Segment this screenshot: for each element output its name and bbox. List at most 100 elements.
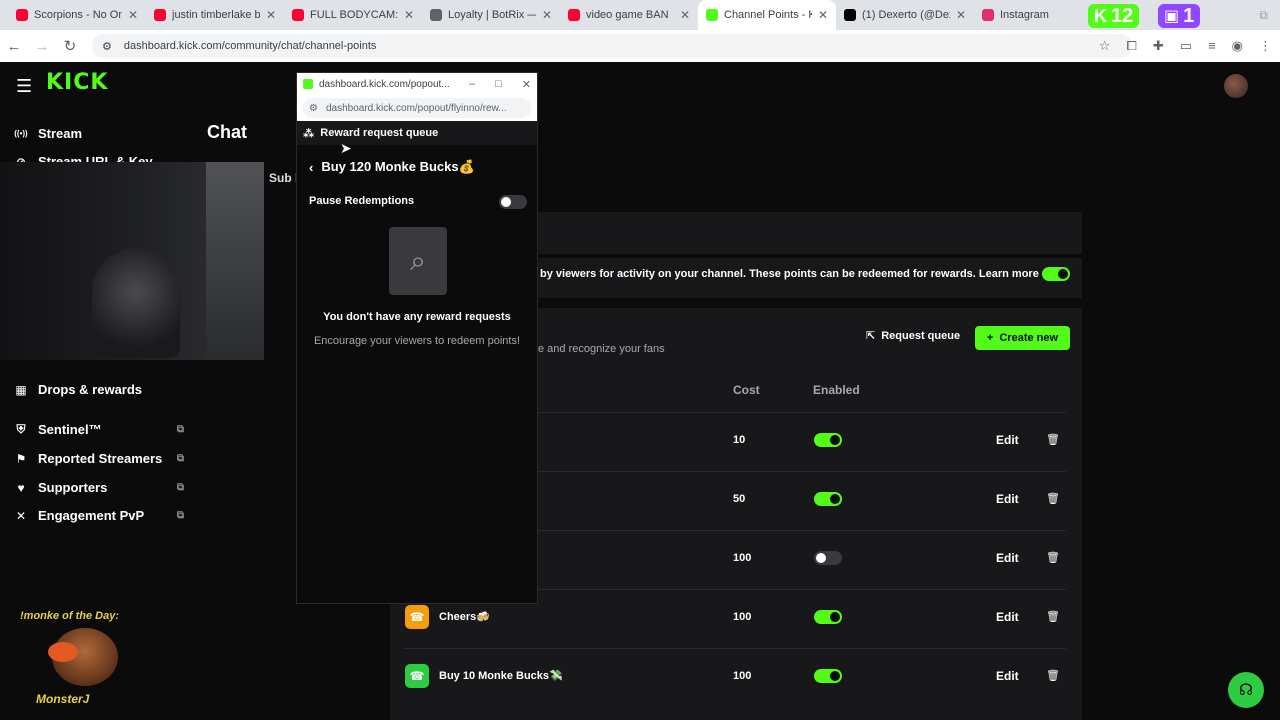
sidebar-item-label: Sentinel™ bbox=[38, 422, 102, 437]
top-panel bbox=[538, 212, 1082, 254]
reward-enabled-toggle[interactable] bbox=[814, 492, 842, 506]
reward-enabled-toggle[interactable] bbox=[814, 669, 842, 683]
hamburger-icon[interactable]: ☰ bbox=[16, 76, 32, 97]
star-icon[interactable]: ☆ bbox=[1099, 38, 1111, 54]
profile-icon[interactable]: ◉ bbox=[1232, 38, 1243, 54]
queue-header-icon: ⁂ bbox=[303, 127, 315, 140]
minimize-icon[interactable]: – bbox=[469, 78, 475, 91]
edit-button[interactable]: Edit bbox=[996, 610, 1019, 624]
queue-icon: ⇱ bbox=[866, 330, 876, 342]
media-icon[interactable]: ≡ bbox=[1208, 38, 1216, 54]
reload-icon[interactable]: ↻ bbox=[56, 37, 84, 55]
external-link-icon: ⧉ bbox=[176, 482, 184, 493]
chevron-left-icon[interactable]: ‹ bbox=[309, 160, 313, 175]
edit-button[interactable]: Edit bbox=[996, 492, 1019, 506]
popout-url-field[interactable]: ⚙ dashboard.kick.com/popout/flyinno/rew.… bbox=[303, 98, 531, 118]
tab-title: justin timberlake bo bbox=[172, 9, 260, 21]
address-bar-row: ← → ↻ ⚙ dashboard.kick.com/community/cha… bbox=[0, 30, 1280, 62]
tab-close-icon[interactable]: ✕ bbox=[542, 8, 552, 22]
twitch-extension[interactable]: ▣ 1 bbox=[1158, 4, 1201, 28]
tab-close-icon[interactable]: ✕ bbox=[818, 8, 828, 22]
empty-title: You don't have any reward requests bbox=[323, 311, 511, 323]
support-chat-button[interactable]: ☊ bbox=[1228, 672, 1264, 708]
reward-cost: 10 bbox=[733, 434, 746, 446]
kick-logo[interactable]: KICK bbox=[46, 70, 108, 95]
restore-icon[interactable]: ⧉ bbox=[1259, 8, 1268, 23]
background-door bbox=[206, 162, 264, 360]
tab-list: Scorpions - No One ✕ justin timberlake bo ✕… bbox=[8, 0, 1112, 30]
popout-url-text: dashboard.kick.com/popout/flyinno/rew... bbox=[325, 102, 507, 114]
monke-name: MonsterJ bbox=[36, 692, 90, 706]
reward-cost: 100 bbox=[733, 670, 752, 682]
tab-title: (1) Dexerto (@Dexer bbox=[862, 9, 950, 21]
tab-close-icon[interactable]: ✕ bbox=[404, 8, 414, 22]
headset-icon: ☊ bbox=[1238, 682, 1254, 699]
sidebar-item-label: Stream bbox=[38, 126, 83, 141]
trash-icon[interactable]: 🗑 bbox=[1046, 610, 1060, 623]
back-icon[interactable]: ← bbox=[0, 38, 28, 55]
forward-icon[interactable]: → bbox=[28, 38, 56, 55]
sidebar-item[interactable]: ♥ Supporters ⧉ bbox=[14, 480, 184, 495]
browser-tab[interactable]: video game BAN ✕ bbox=[560, 0, 698, 30]
browser-tab[interactable]: (1) Dexerto (@Dexer ✕ bbox=[836, 0, 974, 30]
kick-ext-icon: K bbox=[1094, 5, 1107, 26]
tab-close-icon[interactable]: ✕ bbox=[956, 8, 966, 22]
page-title: Chat bbox=[207, 122, 247, 142]
edit-button[interactable]: Edit bbox=[996, 669, 1019, 683]
sidebar-item[interactable]: ⚑ Reported Streamers ⧉ bbox=[14, 451, 184, 466]
edit-button[interactable]: Edit bbox=[996, 551, 1019, 565]
reward-enabled-toggle[interactable] bbox=[814, 610, 842, 624]
close-icon[interactable]: ✕ bbox=[522, 78, 531, 91]
tab-title: Instagram bbox=[1000, 9, 1049, 21]
browser-tab[interactable]: Scorpions - No One ✕ bbox=[8, 0, 146, 30]
maximize-icon[interactable]: □ bbox=[495, 78, 502, 91]
url-field[interactable]: ⚙ dashboard.kick.com/community/chat/chan… bbox=[92, 34, 1132, 58]
sidebar-item-label: Engagement PvP bbox=[38, 508, 145, 523]
popout-url-bar: ⚙ dashboard.kick.com/popout/flyinno/rew.… bbox=[297, 95, 537, 121]
sidebar-item-label: Drops & rewards bbox=[38, 382, 143, 397]
menu-icon[interactable]: ⋮ bbox=[1259, 38, 1272, 54]
tab-favicon-icon bbox=[430, 9, 442, 21]
trash-icon[interactable]: 🗑 bbox=[1046, 492, 1060, 505]
cast-icon[interactable]: ▭ bbox=[1180, 38, 1192, 54]
back-to-reward[interactable]: ‹ Buy 120 Monke Bucks💰 bbox=[309, 159, 475, 175]
site-info-icon[interactable]: ⚙ bbox=[102, 40, 112, 53]
request-queue-button[interactable]: ⇱ Request queue bbox=[866, 329, 960, 343]
avatar[interactable] bbox=[1224, 74, 1248, 98]
tab-close-icon[interactable]: ✕ bbox=[266, 8, 276, 22]
monke-image bbox=[48, 628, 118, 686]
popout-titlebar: dashboard.kick.com/popout... – □ ✕ bbox=[297, 73, 537, 95]
browser-tab[interactable]: Loyalty | BotRix — C ✕ bbox=[422, 0, 560, 30]
trash-icon[interactable]: 🗑 bbox=[1046, 669, 1060, 682]
points-enabled-toggle[interactable] bbox=[1042, 267, 1070, 281]
sub-tab-label[interactable]: Sub l bbox=[269, 171, 298, 185]
edit-button[interactable]: Edit bbox=[996, 433, 1019, 447]
sidebar-item[interactable]: ⛨ Sentinel™ ⧉ bbox=[14, 422, 184, 437]
sidebar-item[interactable]: ✕ Engagement PvP ⧉ bbox=[14, 508, 184, 523]
pause-redemptions-toggle[interactable] bbox=[499, 195, 527, 209]
rewards-description: e and recognize your fans bbox=[538, 343, 665, 355]
reward-enabled-toggle[interactable] bbox=[814, 551, 842, 565]
external-link-icon: ⧉ bbox=[176, 510, 184, 521]
tab-close-icon[interactable]: ✕ bbox=[680, 8, 690, 22]
browser-tab[interactable]: Channel Points - Kick ✕ bbox=[698, 0, 836, 30]
browser-tab[interactable]: FULL BODYCAM: Jus ✕ bbox=[284, 0, 422, 30]
tab-title: video game BAN bbox=[586, 9, 669, 21]
tab-favicon-icon bbox=[154, 9, 166, 21]
reward-title: Buy 10 Monke Bucks💸 bbox=[439, 670, 563, 682]
broadcast-icon: ((•)) bbox=[14, 129, 28, 138]
reward-enabled-toggle[interactable] bbox=[814, 433, 842, 447]
extension-icon[interactable]: ⧠ bbox=[1126, 38, 1136, 54]
trash-icon[interactable]: 🗑 bbox=[1046, 433, 1060, 446]
sidebar-item[interactable]: ((•)) Stream bbox=[14, 126, 184, 141]
sidebar-item[interactable]: ▦ Drops & rewards bbox=[14, 382, 184, 397]
puzzle-icon[interactable]: ✚ bbox=[1153, 38, 1164, 54]
kick-extension[interactable]: K 12 bbox=[1088, 4, 1140, 28]
site-settings-icon[interactable]: ⚙ bbox=[309, 103, 318, 114]
create-new-button[interactable]: + Create new bbox=[975, 326, 1070, 350]
col-enabled: Enabled bbox=[813, 383, 860, 397]
browser-tab[interactable]: justin timberlake bo ✕ bbox=[146, 0, 284, 30]
url-text: dashboard.kick.com/community/chat/channe… bbox=[123, 40, 377, 52]
trash-icon[interactable]: 🗑 bbox=[1046, 551, 1060, 564]
tab-close-icon[interactable]: ✕ bbox=[128, 8, 138, 22]
